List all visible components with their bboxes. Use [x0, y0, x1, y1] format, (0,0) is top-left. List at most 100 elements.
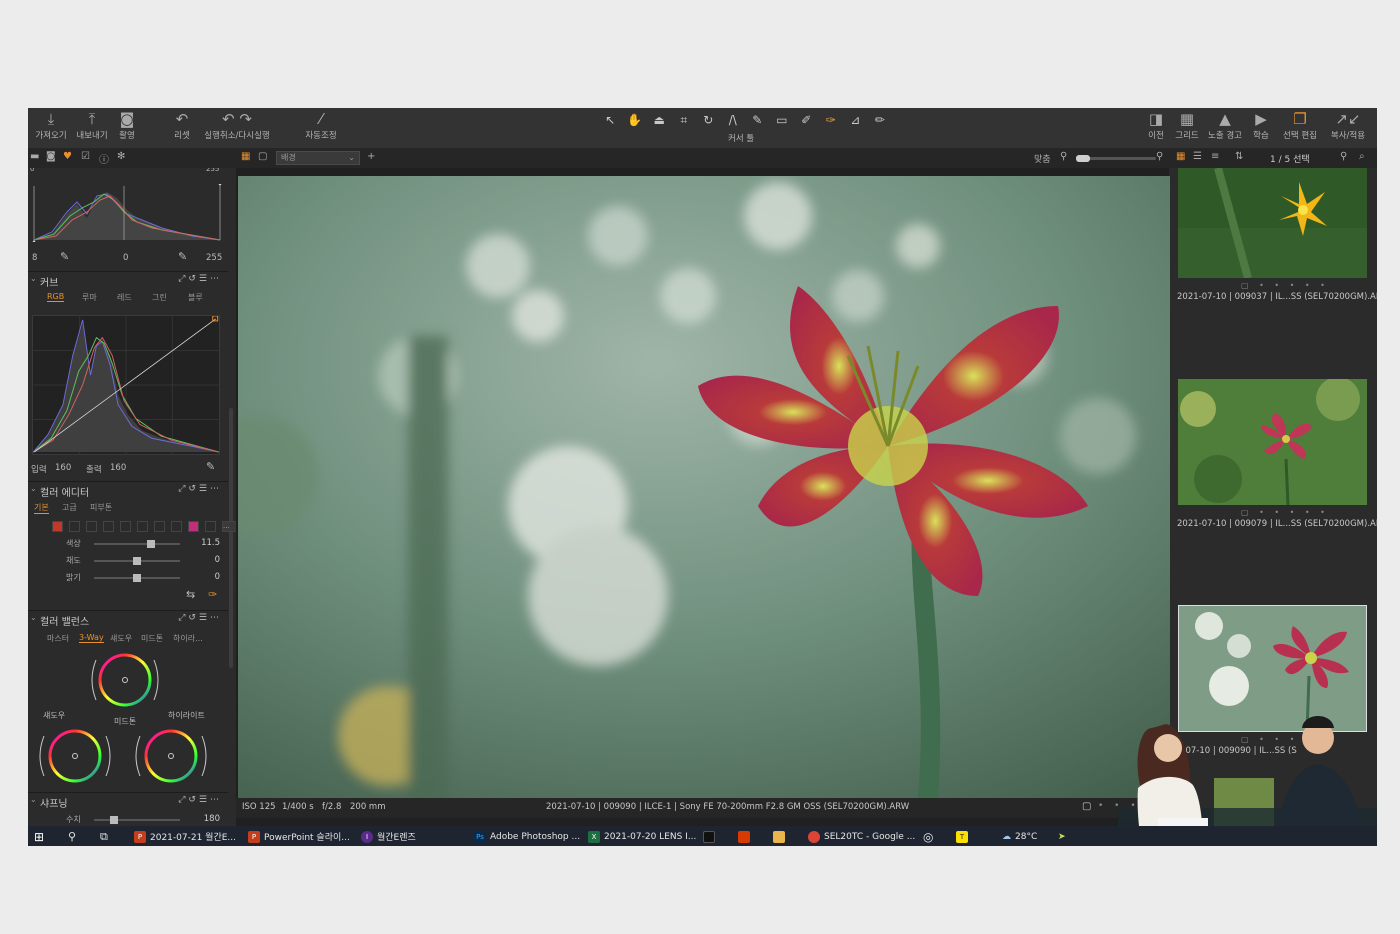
swap-icon[interactable]: ⇆ — [186, 588, 195, 601]
rating-box-icon[interactable]: ▢ — [1082, 801, 1091, 812]
tab-master[interactable]: 마스터 — [47, 633, 69, 644]
rotate-tool-icon[interactable]: ↻ — [698, 111, 719, 129]
rating-dots-icon[interactable]: ▢ • • • • • — [1241, 508, 1329, 517]
color-swatch[interactable] — [188, 521, 199, 532]
eraser-tool-icon[interactable]: ▭ — [772, 111, 793, 129]
collapse-arrow-icon[interactable]: ⌄ — [30, 795, 37, 804]
filter-search-icon[interactable]: ⌕ — [1359, 151, 1365, 162]
color-swatch[interactable] — [69, 521, 80, 532]
undo-redo-button[interactable]: ↶ ↷ 실행취소/다시실행 — [200, 110, 274, 141]
picker-tool-icon[interactable]: ✑ — [821, 111, 842, 129]
section-tools-icon[interactable]: ⤢↺☰⋯ — [178, 484, 222, 494]
learn-button[interactable]: ▶ 학습 — [1248, 110, 1274, 141]
keystone-tool-icon[interactable]: ⏏ — [649, 111, 670, 129]
tab-red[interactable]: 레드 — [117, 292, 132, 303]
color-picker-icon[interactable]: ✑ — [208, 588, 217, 601]
saturation-slider-knob[interactable] — [133, 557, 141, 565]
zoom-slider-knob[interactable] — [1076, 155, 1090, 162]
background-select[interactable]: 배경 ⌄ — [276, 151, 360, 165]
thumbnail-009037[interactable] — [1178, 168, 1367, 278]
windows-start-icon[interactable]: ⊞ — [34, 829, 44, 844]
export-button[interactable]: ⤒ 내보내기 — [72, 110, 112, 141]
tray-icon[interactable]: ➤ — [1058, 829, 1066, 844]
levels-histogram[interactable] — [32, 184, 222, 242]
capture-tab-icon[interactable]: ◙ — [46, 151, 56, 162]
curve-section-header[interactable]: ⌄ 커브 ⤢↺☰⋯ — [28, 271, 228, 289]
add-icon[interactable]: + — [367, 151, 375, 162]
section-tools-icon[interactable]: ⤢↺☰⋯ — [178, 795, 222, 805]
tab-3way[interactable]: 3-Way — [79, 633, 104, 643]
lightness-slider-knob[interactable] — [133, 574, 141, 582]
tab-rgb[interactable]: RGB — [47, 292, 65, 302]
eyedropper-highlight-icon[interactable]: ✎ — [178, 250, 187, 263]
taskbar-office-icon[interactable] — [738, 829, 750, 844]
select-tool-icon[interactable]: ↖ — [600, 111, 621, 129]
rating-dots-icon[interactable]: ▢ • • • • • — [1241, 281, 1329, 290]
highlight-color-wheel[interactable] — [132, 728, 210, 786]
browser-grid-icon[interactable]: ▦ — [1176, 151, 1185, 162]
taskbar-item-lens-app[interactable]: I 월간E렌즈 — [361, 829, 416, 844]
taskbar-item-powerpoint-file[interactable]: P 2021-07-21 월간E... — [134, 829, 236, 844]
saturation-slider[interactable]: 채도 0 — [28, 555, 228, 567]
section-tools-icon[interactable]: ⤢↺☰⋯ — [178, 613, 222, 623]
reset-button[interactable]: ↶ 리셋 — [170, 110, 194, 141]
tab-luma[interactable]: 루마 — [82, 292, 97, 303]
tab-shadow[interactable]: 섀도우 — [110, 633, 132, 644]
color-swatch[interactable] — [120, 521, 131, 532]
zoom-slider[interactable] — [1076, 155, 1156, 162]
tab-advanced[interactable]: 고급 — [62, 502, 77, 513]
copy-apply-button[interactable]: ↗↙ 복사/적용 — [1327, 110, 1369, 141]
left-panel-scrollbar[interactable] — [229, 408, 233, 668]
eyedropper-shadow-icon[interactable]: ✎ — [60, 250, 69, 263]
settings-tab-icon[interactable]: ✻ — [117, 151, 125, 162]
before-button[interactable]: ◨ 이전 — [1144, 110, 1168, 141]
tab-green[interactable]: 그린 — [152, 292, 167, 303]
sharpening-slider-knob[interactable] — [110, 816, 118, 824]
tab-blue[interactable]: 블루 — [188, 292, 203, 303]
color-swatch[interactable] — [137, 521, 148, 532]
crop-tool-icon[interactable]: ⌗ — [674, 111, 695, 129]
taskbar-terminal-icon[interactable] — [703, 829, 715, 844]
task-view-icon[interactable]: ⧉ — [100, 829, 108, 844]
eyedropper-tool-icon[interactable]: ⊿ — [845, 111, 866, 129]
brush-tool-icon[interactable]: ✎ — [747, 111, 768, 129]
info-tab-icon[interactable]: ⓘ — [99, 151, 109, 166]
collapse-arrow-icon[interactable]: ⌄ — [30, 484, 37, 493]
import-button[interactable]: ⤓ 가져오기 — [34, 110, 68, 141]
color-swatch[interactable] — [205, 521, 216, 532]
collapse-arrow-icon[interactable]: ⌄ — [30, 274, 37, 283]
auto-adjust-button[interactable]: ⁄ 자동조정 — [302, 110, 340, 141]
sharpening-amount-slider[interactable]: 수치 180 — [28, 814, 228, 826]
browser-filmstrip-icon[interactable]: ≡ — [1211, 151, 1219, 162]
tab-skin-tone[interactable]: 피부톤 — [90, 502, 112, 513]
color-swatch[interactable] — [154, 521, 165, 532]
thumbnail-009079[interactable] — [1178, 379, 1367, 505]
color-balance-section-header[interactable]: ⌄ 컬러 밸런스 ⤢↺☰⋯ — [28, 610, 228, 628]
tab-highlight[interactable]: 하이라... — [173, 633, 203, 644]
weather-widget[interactable]: ☁ 28°C — [1002, 829, 1037, 844]
curve-output-value[interactable]: 160 — [110, 463, 126, 473]
color-swatch[interactable] — [52, 521, 63, 532]
levels-input-low[interactable]: 8 — [32, 253, 37, 263]
sort-icon[interactable]: ⇅ — [1235, 151, 1243, 162]
capture-button[interactable]: ◙ 촬영 — [114, 110, 140, 141]
curve-picker-icon[interactable]: ✎ — [206, 460, 215, 473]
edit-selected-button[interactable]: ❐ 선택 편집 — [1280, 110, 1320, 141]
levels-midpoint[interactable]: 0 — [123, 253, 128, 263]
exposure-warning-button[interactable]: ▲ 노출 경고 — [1206, 110, 1244, 141]
main-photo-daylily[interactable] — [238, 176, 1170, 798]
sharpening-section-header[interactable]: ⌄ 샤프닝 ⤢↺☰⋯ — [28, 792, 228, 810]
levels-input-high[interactable]: 255 — [206, 253, 222, 263]
grid-button[interactable]: ▦ 그리드 — [1173, 110, 1201, 141]
taskbar-item-chrome[interactable]: SEL20TC - Google ... — [808, 829, 915, 844]
curve-input-value[interactable]: 160 — [55, 463, 71, 473]
search-icon[interactable]: ⚲ — [68, 829, 76, 844]
taskbar-item-excel[interactable]: X 2021-07-20 LENS I... — [588, 829, 696, 844]
color-swatch[interactable] — [86, 521, 97, 532]
curve-graph[interactable] — [32, 315, 220, 455]
color-editor-section-header[interactable]: ⌄ 컬러 에디터 ⤢↺☰⋯ — [28, 481, 228, 499]
library-tab-icon[interactable]: ▬ — [30, 151, 39, 162]
image-viewer[interactable]: ISO 125 1/400 s f/2.8 200 mm 2021-07-10 … — [236, 168, 1170, 826]
tab-midtone[interactable]: 미드톤 — [141, 633, 163, 644]
search-icon[interactable]: ⚲ — [1340, 151, 1347, 162]
